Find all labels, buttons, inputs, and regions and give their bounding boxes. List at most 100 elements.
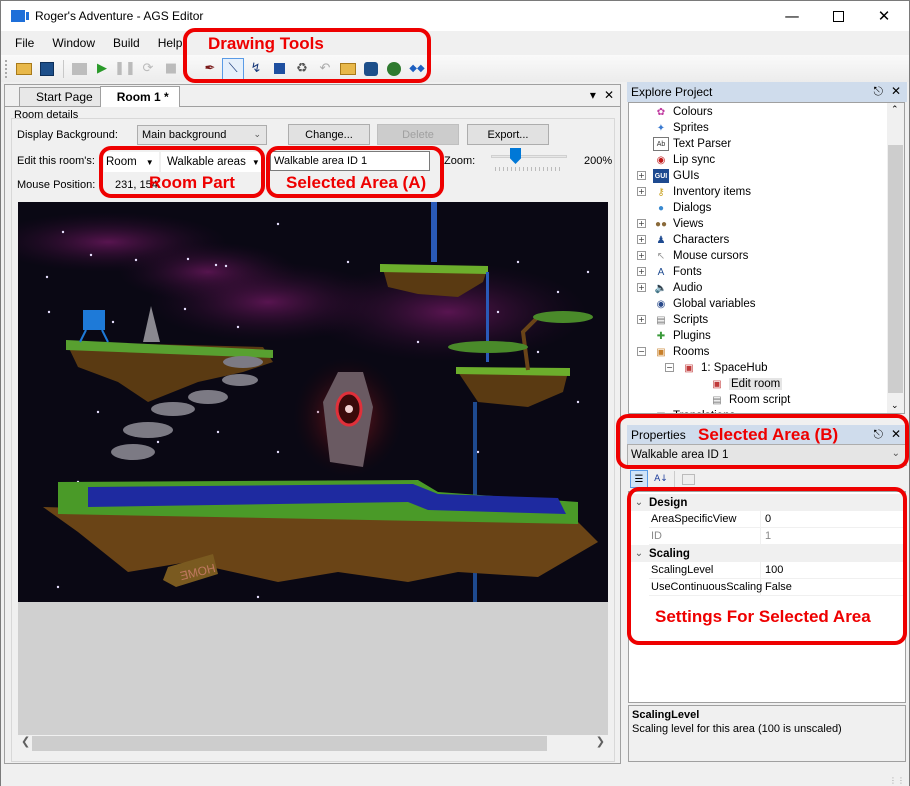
tree-item-colours[interactable]: ✿ Colours: [653, 104, 713, 120]
scroll-right-icon[interactable]: ❯: [596, 735, 605, 748]
export-background-button[interactable]: Export...: [467, 124, 549, 145]
categorized-view-button[interactable]: ☰: [630, 470, 648, 488]
scroll-up-icon[interactable]: ⌃: [891, 105, 899, 115]
annotation-selected-area-a: Selected Area (A): [286, 173, 427, 192]
display-background-label: Display Background:: [17, 129, 118, 141]
expand-toggle-icon[interactable]: +: [637, 187, 646, 196]
build-exe-button[interactable]: [68, 58, 90, 80]
pin-icon[interactable]: ⎋: [873, 84, 883, 99]
tree-scroll-thumb[interactable]: [888, 145, 903, 393]
toolbar-grip[interactable]: [5, 59, 8, 78]
window-title: Roger's Adventure - AGS Editor: [35, 9, 204, 23]
display-background-value: Main background: [142, 129, 227, 141]
tree-item-label: Colours: [673, 106, 713, 118]
maximize-button[interactable]: [815, 1, 861, 31]
tree-item-label: Dialogs: [673, 202, 712, 214]
tree-item-label: Sprites: [673, 122, 709, 134]
expand-toggle-icon[interactable]: +: [637, 219, 646, 228]
tab-start-page[interactable]: Start Page: [19, 87, 104, 106]
edit-room-label: Edit this room's:: [17, 155, 95, 167]
tree-item-room-script[interactable]: ▤ Room script: [709, 392, 790, 408]
stop-button[interactable]: ■: [160, 58, 182, 80]
tree-item-sprites[interactable]: ✦ Sprites: [653, 120, 709, 136]
alphabetical-view-button[interactable]: A↓: [652, 470, 670, 488]
tree-vertical-scrollbar[interactable]: ⌃ ⌄: [887, 103, 904, 413]
minimize-button[interactable]: —: [769, 1, 815, 31]
save-button[interactable]: [36, 58, 58, 80]
resize-grip-icon[interactable]: ⋮⋮: [889, 776, 905, 785]
tree-item-mouse-cursors[interactable]: ↖ Mouse cursors: [653, 248, 749, 264]
lip-sync-icon: ◉: [656, 154, 666, 166]
tree-item-scripts[interactable]: ▤ Scripts: [653, 312, 708, 328]
tree-item-label: Global variables: [673, 298, 756, 310]
horizontal-scroll-thumb[interactable]: [32, 736, 547, 751]
canvas-horizontal-scrollbar[interactable]: ❮ ❯: [18, 735, 608, 752]
expand-toggle-icon[interactable]: +: [637, 251, 646, 260]
minimize-icon: —: [784, 7, 800, 25]
zoom-label: Zoom:: [444, 155, 476, 167]
tree-item-views[interactable]: ●● Views: [653, 216, 704, 232]
run-icon: ▶: [97, 61, 107, 76]
run-button[interactable]: ▶: [91, 58, 113, 80]
tree-item-dialogs[interactable]: ● Dialogs: [653, 200, 711, 216]
tree-item-label: GUIs: [673, 170, 700, 182]
dialogs-icon: ●: [657, 202, 665, 214]
expand-toggle-icon[interactable]: +: [637, 171, 646, 180]
tree-item-edit-room[interactable]: ▣ Edit room: [709, 376, 783, 392]
collapse-toggle-icon[interactable]: −: [665, 363, 674, 372]
explore-project-title: Explore Project: [631, 85, 713, 99]
scroll-left-icon[interactable]: ❮: [21, 735, 30, 748]
close-pane-icon[interactable]: ✕: [891, 84, 901, 99]
delete-background-button[interactable]: Delete: [377, 124, 459, 145]
tree-item-rooms[interactable]: ▣ Rooms: [653, 344, 709, 360]
tree-item-guis[interactable]: GUI GUIs: [653, 168, 699, 184]
change-background-button[interactable]: Change...: [288, 124, 370, 145]
stop-icon: ■: [164, 61, 178, 76]
sort-az-icon: A↓: [654, 474, 668, 484]
zoom-slider[interactable]: [491, 148, 567, 173]
tree-item-text-parser[interactable]: Ab Text Parser: [653, 136, 731, 152]
room-canvas[interactable]: ƎMOH: [18, 202, 608, 602]
menu-window[interactable]: Window: [43, 36, 104, 50]
expand-toggle-icon[interactable]: +: [637, 315, 646, 324]
tree-item-lip-sync[interactable]: ◉ Lip sync: [653, 152, 716, 168]
zoom-slider-thumb[interactable]: [510, 148, 521, 164]
tree-item-label: Mouse cursors: [673, 250, 749, 262]
close-tab-icon[interactable]: ✕: [604, 88, 614, 102]
guis-icon: GUI: [653, 169, 669, 183]
expand-toggle-icon[interactable]: +: [637, 267, 646, 276]
close-button[interactable]: ✕: [861, 1, 907, 31]
tab-room-1[interactable]: Room 1 *: [99, 86, 180, 107]
property-pages-button[interactable]: [679, 470, 697, 488]
tree-item-characters[interactable]: ♟ Characters: [653, 232, 730, 248]
tree-item-inventory-items[interactable]: ⚷ Inventory items: [653, 184, 751, 200]
edit-room-icon: ▣: [712, 378, 722, 390]
open-project-icon: [16, 62, 32, 75]
tree-item-label: Lip sync: [673, 154, 716, 166]
display-background-select[interactable]: Main background ⌄: [137, 125, 267, 145]
menu-file[interactable]: File: [1, 36, 43, 50]
scroll-down-icon[interactable]: ⌄: [891, 401, 899, 411]
tree-item-audio[interactable]: 🔈 Audio: [653, 280, 703, 296]
open-project-button[interactable]: [13, 58, 35, 80]
status-bar: ⋮⋮: [1, 767, 909, 786]
tree-item-global-variables[interactable]: ◉ Global variables: [653, 296, 756, 312]
tree-item-fonts[interactable]: A Fonts: [653, 264, 702, 280]
maximize-icon: [832, 10, 844, 22]
collapse-toggle-icon[interactable]: −: [637, 347, 646, 356]
property-pages-icon: [681, 473, 695, 485]
tree-item-label: Edit room: [729, 378, 783, 390]
tree-item-1-spacehub[interactable]: ▣ 1: SpaceHub: [681, 360, 767, 376]
tree-item-plugins[interactable]: ✚ Plugins: [653, 328, 711, 344]
menu-build[interactable]: Build: [104, 36, 149, 50]
expand-toggle-icon[interactable]: +: [637, 235, 646, 244]
room-script-icon: ▤: [712, 394, 722, 406]
pause-button[interactable]: ❚❚: [114, 58, 136, 80]
tree-item-label: Scripts: [673, 314, 709, 326]
chevron-down-icon: ⌄: [253, 129, 261, 139]
tab-list-dropdown-icon[interactable]: ▾: [590, 88, 596, 102]
zoom-slider-track: [491, 155, 567, 158]
expand-toggle-icon[interactable]: +: [637, 283, 646, 292]
step-button[interactable]: ⟳: [137, 58, 159, 80]
close-icon: ✕: [877, 7, 891, 25]
